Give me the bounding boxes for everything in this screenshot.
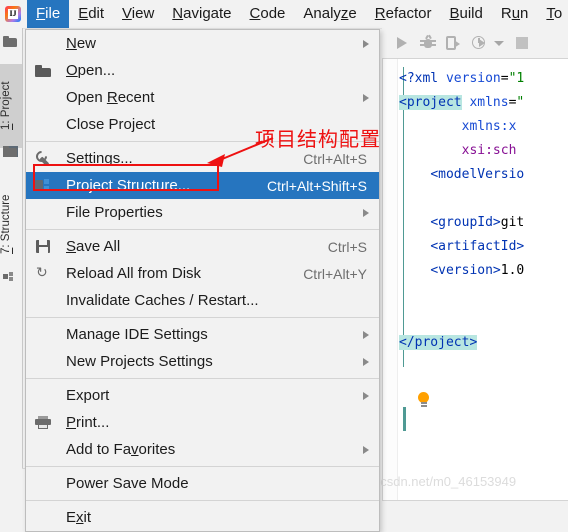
menu-item-new-projects-settings[interactable]: New Projects Settings	[26, 348, 379, 375]
menu-item-label: Add to Favorites	[66, 441, 176, 458]
menu-item-shortcut: Ctrl+Alt+Y	[303, 265, 367, 282]
structure-module-icon	[3, 272, 19, 287]
menu-item-save-all[interactable]: Save All Ctrl+S	[26, 233, 379, 260]
menu-item-manage-ide-settings[interactable]: Manage IDE Settings	[26, 321, 379, 348]
sidebar-item-project[interactable]: 1: Project	[0, 64, 22, 148]
menu-item-open[interactable]: Open...	[26, 57, 379, 84]
submenu-arrow-icon	[363, 391, 369, 400]
print-icon	[35, 414, 52, 431]
menu-item-print[interactable]: Print...	[26, 409, 379, 436]
run-toolbar	[382, 28, 568, 58]
annotation-highlight-box	[33, 164, 219, 191]
menu-item-label: Manage IDE Settings	[66, 326, 208, 343]
menubar-item-build[interactable]: Build	[440, 1, 491, 27]
menu-item-label: Exit	[66, 509, 92, 526]
menu-item-label: New	[66, 35, 97, 52]
menubar-item-tools[interactable]: To	[537, 1, 568, 27]
menubar-item-file[interactable]: File	[27, 0, 70, 28]
bug-icon[interactable]	[420, 34, 436, 51]
structure-folder-icon	[3, 146, 19, 161]
editor-gutter	[383, 59, 398, 500]
menubar-item-analyze[interactable]: Analyze	[294, 1, 365, 27]
submenu-arrow-icon	[363, 39, 369, 48]
menu-item-power-save-mode[interactable]: Power Save Mode	[26, 470, 379, 497]
menubar-item-run[interactable]: Run	[492, 1, 538, 27]
editor-area: <?xml version="1 <project xmlns=" xmlns:…	[382, 28, 568, 501]
code-editor[interactable]: <?xml version="1 <project xmlns=" xmlns:…	[382, 58, 568, 501]
menubar-item-edit[interactable]: Edit	[69, 1, 113, 27]
menu-separator	[26, 378, 379, 379]
profiler-icon[interactable]	[472, 35, 488, 51]
menu-item-open-recent[interactable]: Open Recent	[26, 84, 379, 111]
stop-icon[interactable]	[514, 35, 530, 51]
play-icon[interactable]	[394, 35, 410, 51]
menu-item-shortcut: Ctrl+Alt+Shift+S	[267, 177, 367, 194]
menu-item-shortcut: Ctrl+Alt+S	[303, 150, 367, 167]
menubar-item-refactor[interactable]: Refactor	[366, 1, 441, 27]
submenu-arrow-icon	[363, 357, 369, 366]
menu-separator	[26, 229, 379, 230]
menu-separator	[26, 317, 379, 318]
menu-item-export[interactable]: Export	[26, 382, 379, 409]
menu-item-new[interactable]: New	[26, 30, 379, 57]
submenu-arrow-icon	[363, 445, 369, 454]
menu-item-label: Power Save Mode	[66, 475, 189, 492]
menu-item-shortcut: Ctrl+S	[327, 238, 367, 255]
submenu-arrow-icon	[363, 208, 369, 217]
annotation-arrow-icon	[207, 137, 274, 167]
menu-item-label: Invalidate Caches / Restart...	[66, 292, 259, 309]
app-logo-icon: IJ	[2, 3, 24, 25]
coverage-icon[interactable]	[446, 35, 462, 51]
folder-icon	[35, 62, 52, 79]
left-tool-stripe: 1: Project 7: Structure	[0, 28, 23, 501]
save-icon	[35, 238, 52, 255]
file-menu-popup: New Open... Open Recent Close Project Settin…	[25, 29, 380, 532]
menu-separator	[26, 466, 379, 467]
reload-icon: ↻	[36, 265, 48, 281]
project-folder-icon	[3, 36, 19, 51]
code-content: <?xml version="1 <project xmlns=" xmlns:…	[399, 71, 525, 350]
intention-bulb-icon[interactable]	[416, 392, 431, 409]
menubar-item-view[interactable]: View	[113, 1, 163, 27]
menu-item-add-to-favorites[interactable]: Add to Favorites	[26, 436, 379, 463]
menu-item-label: Save All	[66, 238, 121, 255]
sidebar-item-structure[interactable]: 7: Structure	[0, 174, 22, 274]
submenu-arrow-icon	[363, 330, 369, 339]
menu-item-invalidate-caches-restart[interactable]: Invalidate Caches / Restart...	[26, 287, 379, 314]
menu-item-file-properties[interactable]: File Properties	[26, 199, 379, 226]
app-logo-glyph: IJ	[8, 9, 18, 19]
menu-item-label: File Properties	[66, 204, 163, 221]
menubar-item-navigate[interactable]: Navigate	[163, 1, 240, 27]
menu-item-label: Print...	[66, 414, 110, 431]
menu-item-label: Export	[66, 387, 110, 404]
menu-item-label: Reload All from Disk	[66, 265, 202, 282]
menu-item-label: Close Project	[66, 116, 156, 133]
menubar-item-code[interactable]: Code	[241, 1, 295, 27]
menu-item-reload-all-from-disk[interactable]: ↻ Reload All from Disk Ctrl+Alt+Y	[26, 260, 379, 287]
menu-item-exit[interactable]: Exit	[26, 504, 379, 531]
menu-item-label: Open Recent	[66, 89, 155, 106]
menu-item-label: New Projects Settings	[66, 353, 213, 370]
code-fold-bar-end	[403, 407, 406, 431]
menu-item-label: Open...	[66, 62, 116, 79]
menu-bar: IJ File Edit View Navigate Code Analyze …	[0, 0, 568, 29]
chevron-down-icon[interactable]	[494, 40, 504, 46]
submenu-arrow-icon	[363, 93, 369, 102]
